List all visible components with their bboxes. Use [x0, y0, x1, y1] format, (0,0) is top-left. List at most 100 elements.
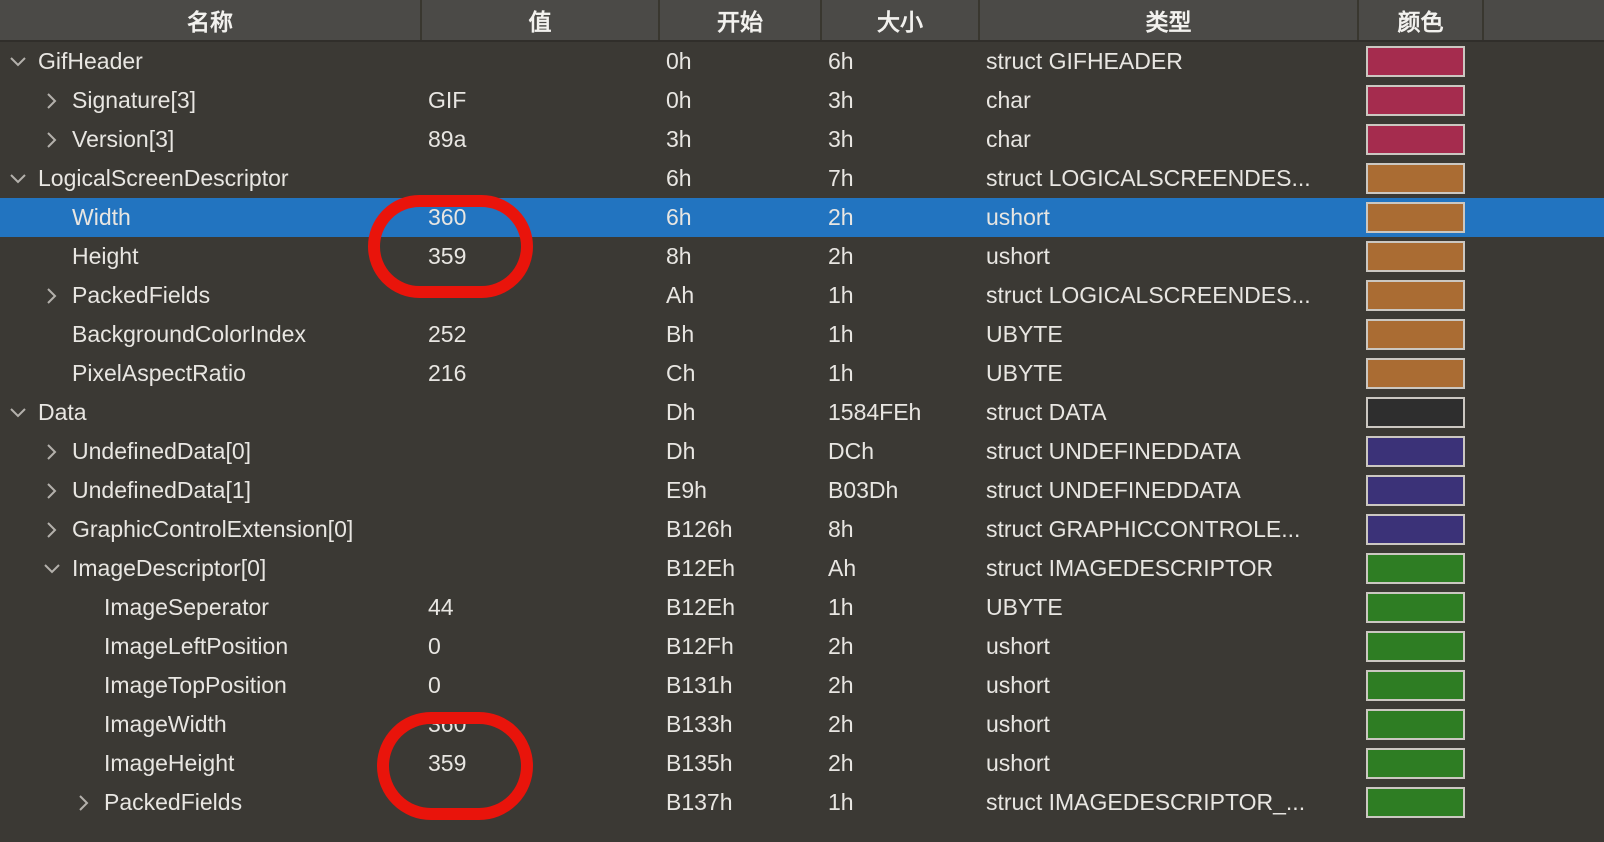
chevron-right-icon[interactable]	[42, 442, 62, 462]
row-start: B12Eh	[658, 588, 820, 627]
table-row[interactable]: ImageWidth360B133h2hushort	[0, 705, 1604, 744]
table-row[interactable]: DataDh1584FEhstruct DATA	[0, 393, 1604, 432]
table-row[interactable]: Width3606h2hushort	[0, 198, 1604, 237]
column-header-value[interactable]: 值	[420, 0, 658, 40]
table-row[interactable]: ImageLeftPosition0B12Fh2hushort	[0, 627, 1604, 666]
color-swatch[interactable]	[1366, 163, 1465, 194]
row-start: B133h	[658, 705, 820, 744]
table-row[interactable]: GifHeader0h6hstruct GIFHEADER	[0, 42, 1604, 81]
row-start: E9h	[658, 471, 820, 510]
column-header-type[interactable]: 类型	[978, 0, 1357, 40]
table-row[interactable]: PixelAspectRatio216Ch1hUBYTE	[0, 354, 1604, 393]
row-size: 1h	[820, 276, 978, 315]
color-swatch[interactable]	[1366, 475, 1465, 506]
spacer-cell	[1482, 744, 1604, 783]
chevron-right-icon[interactable]	[42, 130, 62, 150]
color-swatch[interactable]	[1366, 46, 1465, 77]
row-name: GifHeader	[38, 48, 143, 75]
spacer-cell	[1482, 354, 1604, 393]
color-swatch[interactable]	[1366, 358, 1465, 389]
table-row[interactable]: PackedFieldsAh1hstruct LOGICALSCREENDES.…	[0, 276, 1604, 315]
color-swatch[interactable]	[1366, 436, 1465, 467]
color-swatch[interactable]	[1366, 748, 1465, 779]
chevron-down-icon[interactable]	[8, 169, 28, 189]
color-swatch[interactable]	[1366, 592, 1465, 623]
table-row[interactable]: ImageHeight359B135h2hushort	[0, 744, 1604, 783]
row-start: B131h	[658, 666, 820, 705]
color-swatch[interactable]	[1366, 319, 1465, 350]
color-swatch[interactable]	[1366, 514, 1465, 545]
color-cell	[1357, 783, 1482, 822]
row-name: Height	[72, 243, 138, 270]
name-cell: ImageDescriptor[0]	[0, 549, 420, 588]
row-type: ushort	[978, 627, 1357, 666]
name-cell: Height	[0, 237, 420, 276]
color-swatch[interactable]	[1366, 670, 1465, 701]
name-cell: UndefinedData[1]	[0, 471, 420, 510]
name-cell: PixelAspectRatio	[0, 354, 420, 393]
column-header-size[interactable]: 大小	[820, 0, 978, 40]
row-type: char	[978, 81, 1357, 120]
table-row[interactable]: Signature[3]GIF0h3hchar	[0, 81, 1604, 120]
table-row[interactable]: PackedFieldsB137h1hstruct IMAGEDESCRIPTO…	[0, 783, 1604, 822]
color-swatch[interactable]	[1366, 787, 1465, 818]
row-type: struct IMAGEDESCRIPTOR	[978, 549, 1357, 588]
template-results-panel: 名称 值 开始 大小 类型 颜色 GifHeader0h6hstruct GIF…	[0, 0, 1604, 842]
color-swatch[interactable]	[1366, 202, 1465, 233]
row-value: 89a	[420, 120, 658, 159]
row-start: 6h	[658, 198, 820, 237]
name-cell: PackedFields	[0, 783, 420, 822]
chevron-right-icon[interactable]	[42, 286, 62, 306]
row-name: Data	[38, 399, 87, 426]
chevron-slot	[74, 754, 104, 774]
chevron-right-icon[interactable]	[42, 481, 62, 501]
table-row[interactable]: ImageDescriptor[0]B12EhAhstruct IMAGEDES…	[0, 549, 1604, 588]
color-swatch[interactable]	[1366, 124, 1465, 155]
color-swatch[interactable]	[1366, 280, 1465, 311]
row-value: 216	[420, 354, 658, 393]
color-swatch[interactable]	[1366, 85, 1465, 116]
table-row[interactable]: Version[3]89a3h3hchar	[0, 120, 1604, 159]
name-cell: LogicalScreenDescriptor	[0, 159, 420, 198]
row-type: struct LOGICALSCREENDES...	[978, 276, 1357, 315]
color-swatch[interactable]	[1366, 397, 1465, 428]
color-cell	[1357, 549, 1482, 588]
chevron-right-icon[interactable]	[74, 793, 94, 813]
row-type: UBYTE	[978, 315, 1357, 354]
color-swatch[interactable]	[1366, 631, 1465, 662]
row-start: Dh	[658, 393, 820, 432]
table-row[interactable]: LogicalScreenDescriptor6h7hstruct LOGICA…	[0, 159, 1604, 198]
row-size: 1h	[820, 588, 978, 627]
table-row[interactable]: UndefinedData[0]DhDChstruct UNDEFINEDDAT…	[0, 432, 1604, 471]
color-swatch[interactable]	[1366, 553, 1465, 584]
chevron-slot	[42, 325, 72, 345]
color-swatch[interactable]	[1366, 709, 1465, 740]
column-header-start[interactable]: 开始	[658, 0, 820, 40]
row-start: Ch	[658, 354, 820, 393]
spacer-cell	[1482, 549, 1604, 588]
chevron-right-icon[interactable]	[42, 520, 62, 540]
color-swatch[interactable]	[1366, 241, 1465, 272]
color-cell	[1357, 705, 1482, 744]
table-row[interactable]: GraphicControlExtension[0]B126h8hstruct …	[0, 510, 1604, 549]
color-cell	[1357, 42, 1482, 81]
table-row[interactable]: UndefinedData[1]E9hB03Dhstruct UNDEFINED…	[0, 471, 1604, 510]
chevron-slot	[74, 715, 104, 735]
chevron-right-icon[interactable]	[42, 91, 62, 111]
table-row[interactable]: BackgroundColorIndex252Bh1hUBYTE	[0, 315, 1604, 354]
row-start: Bh	[658, 315, 820, 354]
row-size: 2h	[820, 705, 978, 744]
column-header-name[interactable]: 名称	[0, 0, 420, 40]
chevron-down-icon[interactable]	[8, 52, 28, 72]
chevron-slot	[74, 598, 104, 618]
table-row[interactable]: ImageTopPosition0B131h2hushort	[0, 666, 1604, 705]
chevron-down-icon[interactable]	[42, 559, 62, 579]
name-cell: ImageWidth	[0, 705, 420, 744]
column-header-color[interactable]: 颜色	[1357, 0, 1482, 40]
table-row[interactable]: ImageSeperator44B12Eh1hUBYTE	[0, 588, 1604, 627]
table-row[interactable]: Height3598h2hushort	[0, 237, 1604, 276]
row-name: PixelAspectRatio	[72, 360, 246, 387]
chevron-down-icon[interactable]	[8, 403, 28, 423]
name-cell: PackedFields	[0, 276, 420, 315]
row-name: Signature[3]	[72, 87, 196, 114]
